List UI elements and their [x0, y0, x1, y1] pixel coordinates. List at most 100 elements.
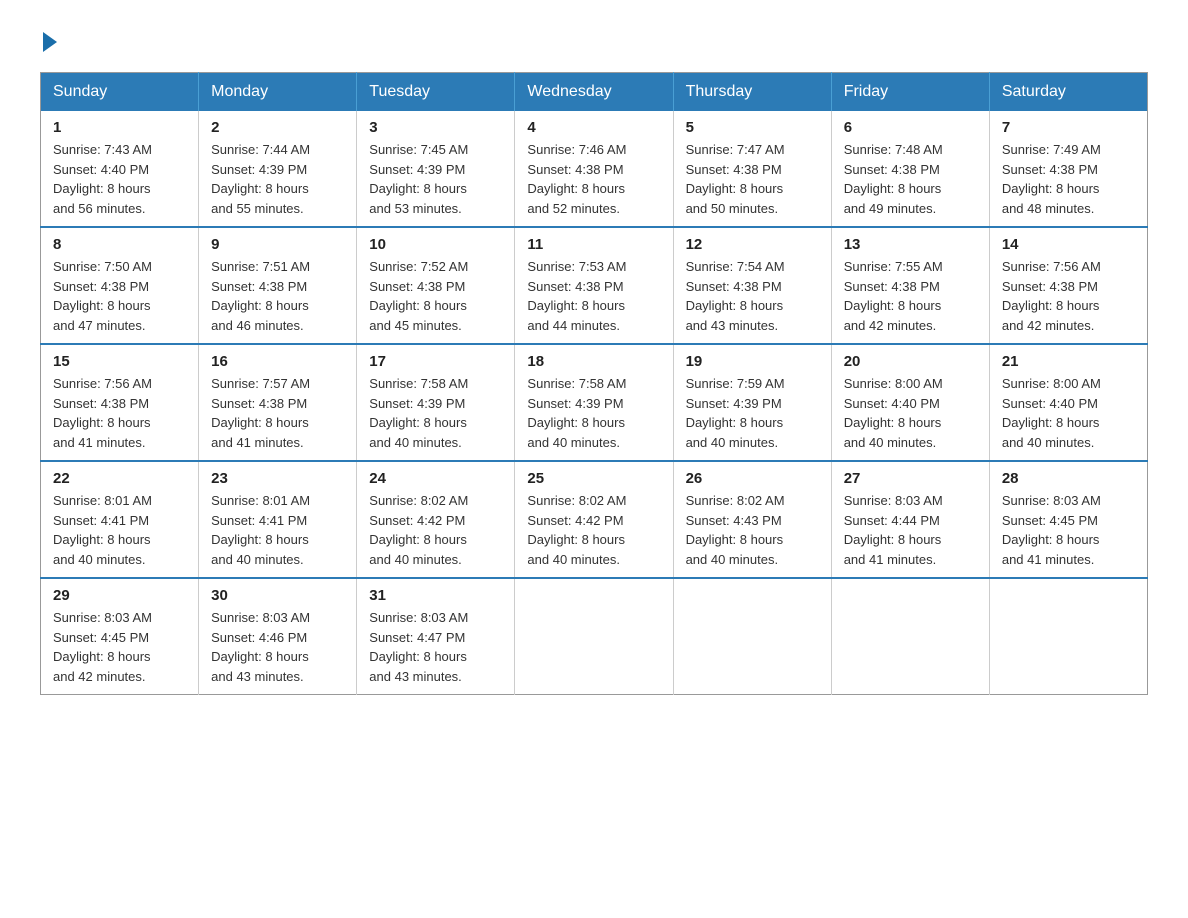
- day-info: Sunrise: 7:56 AM Sunset: 4:38 PM Dayligh…: [53, 374, 186, 452]
- day-info: Sunrise: 7:56 AM Sunset: 4:38 PM Dayligh…: [1002, 257, 1135, 335]
- calendar-cell: [989, 578, 1147, 695]
- day-info: Sunrise: 7:45 AM Sunset: 4:39 PM Dayligh…: [369, 140, 502, 218]
- day-info: Sunrise: 7:54 AM Sunset: 4:38 PM Dayligh…: [686, 257, 819, 335]
- weekday-header-friday: Friday: [831, 73, 989, 112]
- calendar-cell: 19 Sunrise: 7:59 AM Sunset: 4:39 PM Dayl…: [673, 344, 831, 461]
- day-info: Sunrise: 7:55 AM Sunset: 4:38 PM Dayligh…: [844, 257, 977, 335]
- day-number: 4: [527, 119, 660, 136]
- calendar-cell: 10 Sunrise: 7:52 AM Sunset: 4:38 PM Dayl…: [357, 227, 515, 344]
- day-number: 6: [844, 119, 977, 136]
- calendar-cell: 5 Sunrise: 7:47 AM Sunset: 4:38 PM Dayli…: [673, 111, 831, 227]
- day-number: 28: [1002, 470, 1135, 487]
- day-number: 26: [686, 470, 819, 487]
- day-info: Sunrise: 7:52 AM Sunset: 4:38 PM Dayligh…: [369, 257, 502, 335]
- calendar-cell: 15 Sunrise: 7:56 AM Sunset: 4:38 PM Dayl…: [41, 344, 199, 461]
- calendar-cell: 31 Sunrise: 8:03 AM Sunset: 4:47 PM Dayl…: [357, 578, 515, 695]
- day-number: 3: [369, 119, 502, 136]
- day-info: Sunrise: 7:47 AM Sunset: 4:38 PM Dayligh…: [686, 140, 819, 218]
- weekday-header-sunday: Sunday: [41, 73, 199, 112]
- day-info: Sunrise: 8:03 AM Sunset: 4:45 PM Dayligh…: [53, 608, 186, 686]
- day-number: 14: [1002, 236, 1135, 253]
- day-number: 2: [211, 119, 344, 136]
- day-info: Sunrise: 8:01 AM Sunset: 4:41 PM Dayligh…: [53, 491, 186, 569]
- calendar-week-row: 22 Sunrise: 8:01 AM Sunset: 4:41 PM Dayl…: [41, 461, 1148, 578]
- day-info: Sunrise: 7:51 AM Sunset: 4:38 PM Dayligh…: [211, 257, 344, 335]
- page-header: [40, 30, 1148, 52]
- day-info: Sunrise: 7:58 AM Sunset: 4:39 PM Dayligh…: [527, 374, 660, 452]
- calendar-week-row: 8 Sunrise: 7:50 AM Sunset: 4:38 PM Dayli…: [41, 227, 1148, 344]
- day-number: 7: [1002, 119, 1135, 136]
- day-number: 23: [211, 470, 344, 487]
- day-info: Sunrise: 8:02 AM Sunset: 4:42 PM Dayligh…: [369, 491, 502, 569]
- day-info: Sunrise: 7:49 AM Sunset: 4:38 PM Dayligh…: [1002, 140, 1135, 218]
- calendar-cell: 9 Sunrise: 7:51 AM Sunset: 4:38 PM Dayli…: [199, 227, 357, 344]
- day-number: 17: [369, 353, 502, 370]
- calendar-cell: 13 Sunrise: 7:55 AM Sunset: 4:38 PM Dayl…: [831, 227, 989, 344]
- calendar-table: SundayMondayTuesdayWednesdayThursdayFrid…: [40, 72, 1148, 695]
- day-number: 13: [844, 236, 977, 253]
- calendar-cell: 7 Sunrise: 7:49 AM Sunset: 4:38 PM Dayli…: [989, 111, 1147, 227]
- calendar-cell: 30 Sunrise: 8:03 AM Sunset: 4:46 PM Dayl…: [199, 578, 357, 695]
- day-number: 15: [53, 353, 186, 370]
- calendar-cell: 8 Sunrise: 7:50 AM Sunset: 4:38 PM Dayli…: [41, 227, 199, 344]
- calendar-cell: 11 Sunrise: 7:53 AM Sunset: 4:38 PM Dayl…: [515, 227, 673, 344]
- calendar-cell: 25 Sunrise: 8:02 AM Sunset: 4:42 PM Dayl…: [515, 461, 673, 578]
- day-number: 31: [369, 587, 502, 604]
- logo-arrow-icon: [43, 32, 57, 52]
- day-info: Sunrise: 8:03 AM Sunset: 4:46 PM Dayligh…: [211, 608, 344, 686]
- day-info: Sunrise: 7:43 AM Sunset: 4:40 PM Dayligh…: [53, 140, 186, 218]
- calendar-week-row: 1 Sunrise: 7:43 AM Sunset: 4:40 PM Dayli…: [41, 111, 1148, 227]
- calendar-cell: 29 Sunrise: 8:03 AM Sunset: 4:45 PM Dayl…: [41, 578, 199, 695]
- day-number: 16: [211, 353, 344, 370]
- day-info: Sunrise: 7:53 AM Sunset: 4:38 PM Dayligh…: [527, 257, 660, 335]
- day-info: Sunrise: 8:00 AM Sunset: 4:40 PM Dayligh…: [1002, 374, 1135, 452]
- calendar-cell: [831, 578, 989, 695]
- day-number: 24: [369, 470, 502, 487]
- calendar-cell: 3 Sunrise: 7:45 AM Sunset: 4:39 PM Dayli…: [357, 111, 515, 227]
- day-number: 30: [211, 587, 344, 604]
- calendar-cell: 18 Sunrise: 7:58 AM Sunset: 4:39 PM Dayl…: [515, 344, 673, 461]
- day-info: Sunrise: 8:02 AM Sunset: 4:42 PM Dayligh…: [527, 491, 660, 569]
- calendar-cell: 14 Sunrise: 7:56 AM Sunset: 4:38 PM Dayl…: [989, 227, 1147, 344]
- day-info: Sunrise: 7:50 AM Sunset: 4:38 PM Dayligh…: [53, 257, 186, 335]
- calendar-cell: [515, 578, 673, 695]
- day-number: 29: [53, 587, 186, 604]
- calendar-cell: 22 Sunrise: 8:01 AM Sunset: 4:41 PM Dayl…: [41, 461, 199, 578]
- day-info: Sunrise: 7:58 AM Sunset: 4:39 PM Dayligh…: [369, 374, 502, 452]
- calendar-cell: 2 Sunrise: 7:44 AM Sunset: 4:39 PM Dayli…: [199, 111, 357, 227]
- calendar-cell: 28 Sunrise: 8:03 AM Sunset: 4:45 PM Dayl…: [989, 461, 1147, 578]
- calendar-cell: 23 Sunrise: 8:01 AM Sunset: 4:41 PM Dayl…: [199, 461, 357, 578]
- day-number: 27: [844, 470, 977, 487]
- calendar-cell: 24 Sunrise: 8:02 AM Sunset: 4:42 PM Dayl…: [357, 461, 515, 578]
- weekday-header-tuesday: Tuesday: [357, 73, 515, 112]
- calendar-cell: [673, 578, 831, 695]
- day-info: Sunrise: 7:57 AM Sunset: 4:38 PM Dayligh…: [211, 374, 344, 452]
- calendar-cell: 26 Sunrise: 8:02 AM Sunset: 4:43 PM Dayl…: [673, 461, 831, 578]
- calendar-cell: 4 Sunrise: 7:46 AM Sunset: 4:38 PM Dayli…: [515, 111, 673, 227]
- day-info: Sunrise: 7:46 AM Sunset: 4:38 PM Dayligh…: [527, 140, 660, 218]
- day-number: 10: [369, 236, 502, 253]
- weekday-header-thursday: Thursday: [673, 73, 831, 112]
- day-info: Sunrise: 8:03 AM Sunset: 4:44 PM Dayligh…: [844, 491, 977, 569]
- day-number: 25: [527, 470, 660, 487]
- day-info: Sunrise: 8:03 AM Sunset: 4:45 PM Dayligh…: [1002, 491, 1135, 569]
- weekday-header-saturday: Saturday: [989, 73, 1147, 112]
- day-info: Sunrise: 7:59 AM Sunset: 4:39 PM Dayligh…: [686, 374, 819, 452]
- day-number: 9: [211, 236, 344, 253]
- day-info: Sunrise: 7:44 AM Sunset: 4:39 PM Dayligh…: [211, 140, 344, 218]
- weekday-header-wednesday: Wednesday: [515, 73, 673, 112]
- calendar-cell: 21 Sunrise: 8:00 AM Sunset: 4:40 PM Dayl…: [989, 344, 1147, 461]
- weekday-header-monday: Monday: [199, 73, 357, 112]
- day-number: 22: [53, 470, 186, 487]
- day-info: Sunrise: 7:48 AM Sunset: 4:38 PM Dayligh…: [844, 140, 977, 218]
- calendar-cell: 17 Sunrise: 7:58 AM Sunset: 4:39 PM Dayl…: [357, 344, 515, 461]
- calendar-week-row: 29 Sunrise: 8:03 AM Sunset: 4:45 PM Dayl…: [41, 578, 1148, 695]
- day-info: Sunrise: 8:00 AM Sunset: 4:40 PM Dayligh…: [844, 374, 977, 452]
- logo: [40, 30, 57, 52]
- calendar-cell: 12 Sunrise: 7:54 AM Sunset: 4:38 PM Dayl…: [673, 227, 831, 344]
- day-number: 21: [1002, 353, 1135, 370]
- calendar-cell: 1 Sunrise: 7:43 AM Sunset: 4:40 PM Dayli…: [41, 111, 199, 227]
- day-number: 5: [686, 119, 819, 136]
- day-number: 18: [527, 353, 660, 370]
- day-number: 1: [53, 119, 186, 136]
